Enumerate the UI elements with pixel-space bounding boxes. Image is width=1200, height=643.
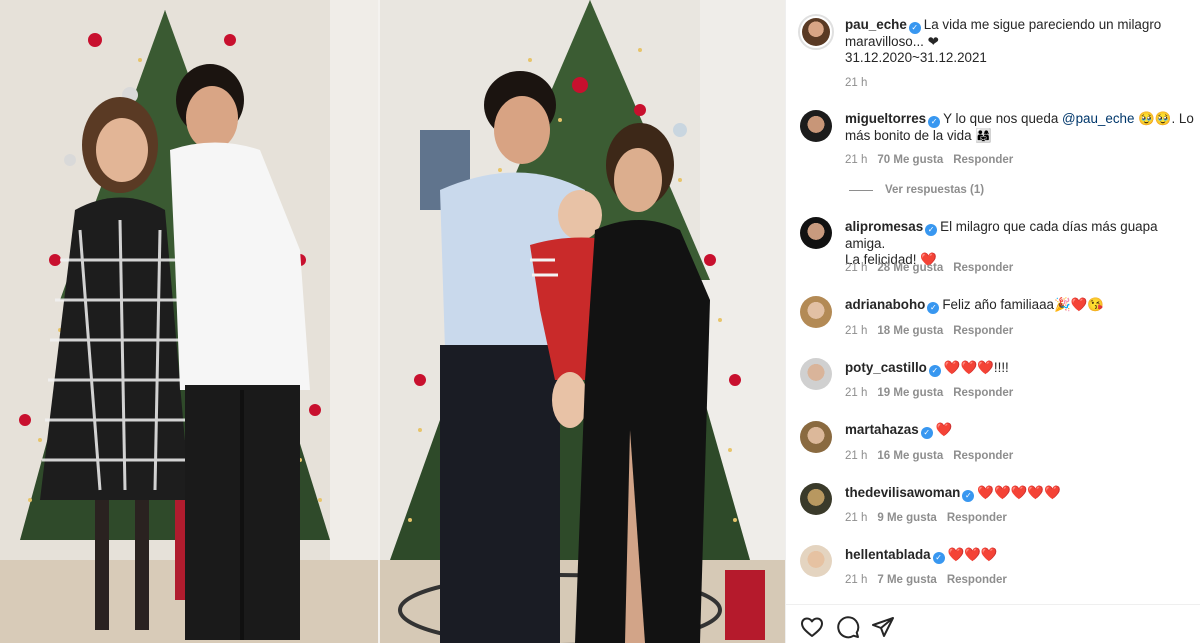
caption-line-3: 31.12.2020~31.12.2021 <box>845 50 987 65</box>
comment-username[interactable]: martahazas <box>845 422 919 437</box>
comment-avatar[interactable] <box>800 296 832 328</box>
heart-icon[interactable] <box>800 615 824 639</box>
comment-meta: 21 h 18 Me gusta Responder <box>845 325 1023 337</box>
photo-right-panel <box>380 0 785 643</box>
comment-body: Y lo que nos queda <box>943 111 1062 126</box>
caption-line-1: La vida me sigue pareciendo un milagro <box>923 17 1162 32</box>
comment-meta: 21 h 70 Me gusta Responder <box>845 154 1023 166</box>
reply-button[interactable]: Responder <box>947 574 1007 586</box>
verified-badge-icon: ✓ <box>925 224 938 236</box>
reply-button[interactable]: Responder <box>953 450 1013 462</box>
comment-avatar[interactable] <box>800 421 832 453</box>
verified-badge-icon: ✓ <box>920 427 933 439</box>
comment-text: migueltorres ✓ Y lo que nos queda @pau_ech… <box>845 111 1195 144</box>
comment-username[interactable]: hellentablada <box>845 547 931 562</box>
comment-meta: 21 h 9 Me gusta Responder <box>845 512 1017 524</box>
comment-text: hellentablada ✓ ❤️❤️❤️ <box>845 547 1195 564</box>
post-photo[interactable] <box>0 0 785 643</box>
caption-meta: 21 h <box>845 77 877 89</box>
caption-username[interactable]: pau_eche <box>845 17 907 32</box>
photo-left-illustration <box>0 0 380 643</box>
comment-likes[interactable]: 19 Me gusta <box>877 387 943 399</box>
comment-time: 21 h <box>845 387 868 399</box>
comment-meta: 21 h 28 Me gusta Responder <box>845 262 1023 274</box>
verified-badge-icon: ✓ <box>908 22 921 34</box>
reply-button[interactable]: Responder <box>947 512 1007 524</box>
comment-time: 21 h <box>845 262 868 274</box>
comment-username[interactable]: alipromesas <box>845 219 923 234</box>
comment-avatar[interactable] <box>800 217 832 249</box>
caption-text: pau_eche ✓ La vida me sigue pareciendo un … <box>845 17 1195 66</box>
comment-body: Feliz año familiaaa🎉❤️😘 <box>942 297 1105 312</box>
comment-body: ❤️❤️❤️ <box>947 547 998 562</box>
comment-meta: 21 h 7 Me gusta Responder <box>845 574 1017 586</box>
caption-time: 21 h <box>845 77 868 89</box>
comment-text: martahazas ✓ ❤️ <box>845 422 1195 439</box>
comment-text: alipromesas ✓ El milagro que cada días más… <box>845 219 1195 268</box>
comment-body: 🥹🥹. Lo <box>1134 111 1194 126</box>
comment-body: ❤️❤️❤️!!!! <box>943 360 1009 375</box>
caption-line-2: maravilloso... ❤ <box>845 34 939 49</box>
reply-button[interactable]: Responder <box>953 325 1013 337</box>
replies-line <box>849 189 873 191</box>
comment-body: ❤️❤️❤️❤️❤️ <box>977 485 1061 500</box>
comment-avatar[interactable] <box>800 358 832 390</box>
reply-button[interactable]: Responder <box>953 387 1013 399</box>
comment-likes[interactable]: 7 Me gusta <box>877 574 936 586</box>
comment-time: 21 h <box>845 154 868 166</box>
view-replies-label: Ver respuestas (1) <box>885 184 985 196</box>
reply-button[interactable]: Responder <box>953 262 1013 274</box>
comment-username[interactable]: thedevilisawoman <box>845 485 960 500</box>
comment-likes[interactable]: 70 Me gusta <box>877 154 943 166</box>
comment-time: 21 h <box>845 512 868 524</box>
comment-time: 21 h <box>845 450 868 462</box>
comment-avatar[interactable] <box>800 483 832 515</box>
comment-likes[interactable]: 28 Me gusta <box>877 262 943 274</box>
mention-link[interactable]: @pau_eche <box>1062 111 1134 126</box>
comment-likes[interactable]: 9 Me gusta <box>877 512 936 524</box>
photo-left-panel <box>0 0 380 643</box>
comment-body: ❤️ <box>935 422 953 437</box>
comment-meta: 21 h 19 Me gusta Responder <box>845 387 1023 399</box>
author-avatar[interactable] <box>798 14 834 50</box>
comment-time: 21 h <box>845 325 868 337</box>
verified-badge-icon: ✓ <box>927 302 940 314</box>
verified-badge-icon: ✓ <box>932 552 945 564</box>
verified-badge-icon: ✓ <box>928 116 941 128</box>
comment-text: poty_castillo ✓ ❤️❤️❤️!!!! <box>845 360 1195 377</box>
comment-username[interactable]: migueltorres <box>845 111 926 126</box>
view-replies-button[interactable]: Ver respuestas (1) <box>849 184 984 196</box>
action-bar <box>786 604 1200 643</box>
comment-text: thedevilisawoman ✓ ❤️❤️❤️❤️❤️ <box>845 485 1195 502</box>
reply-button[interactable]: Responder <box>953 154 1013 166</box>
comment-avatar[interactable] <box>800 110 832 142</box>
comment-username[interactable]: poty_castillo <box>845 360 927 375</box>
verified-badge-icon: ✓ <box>962 490 975 502</box>
comment-text: adrianaboho ✓ Feliz año familiaaa🎉❤️😘 <box>845 297 1195 314</box>
photo-right-illustration <box>380 0 785 643</box>
comment-likes[interactable]: 18 Me gusta <box>877 325 943 337</box>
comment-icon[interactable] <box>836 615 860 639</box>
verified-badge-icon: ✓ <box>928 365 941 377</box>
comment-avatar[interactable] <box>800 545 832 577</box>
comment-body-line-2: más bonito de la vida 👨‍👩‍👧 <box>845 128 992 143</box>
comment-username[interactable]: adrianaboho <box>845 297 925 312</box>
share-icon[interactable] <box>871 615 895 639</box>
post-sidebar: pau_eche ✓ La vida me sigue pareciendo un … <box>785 0 1200 643</box>
comment-meta: 21 h 16 Me gusta Responder <box>845 450 1023 462</box>
comment-time: 21 h <box>845 574 868 586</box>
comment-likes[interactable]: 16 Me gusta <box>877 450 943 462</box>
comments-list[interactable]: pau_eche ✓ La vida me sigue pareciendo un … <box>786 0 1200 604</box>
